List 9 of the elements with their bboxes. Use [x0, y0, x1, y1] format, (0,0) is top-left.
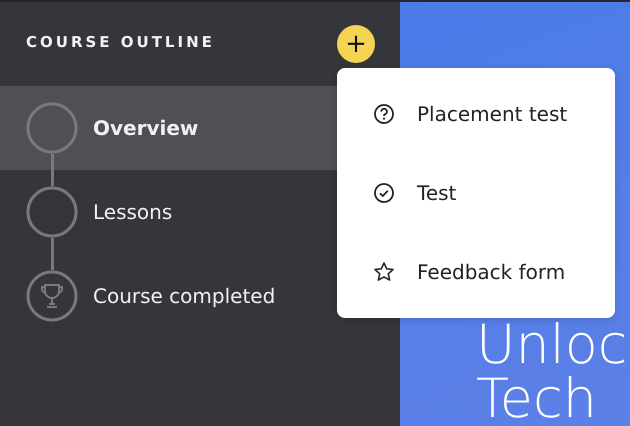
trophy-icon	[26, 270, 78, 322]
hero-heading: Unloc	[476, 318, 628, 372]
question-icon	[373, 102, 395, 125]
step-circle-icon	[26, 102, 78, 154]
check-circle-icon	[373, 182, 395, 204]
step-circle-icon	[26, 186, 78, 238]
sidebar-title: COURSE OUTLINE	[26, 33, 215, 51]
hero-heading: Tech	[476, 372, 598, 426]
star-icon	[373, 261, 395, 284]
